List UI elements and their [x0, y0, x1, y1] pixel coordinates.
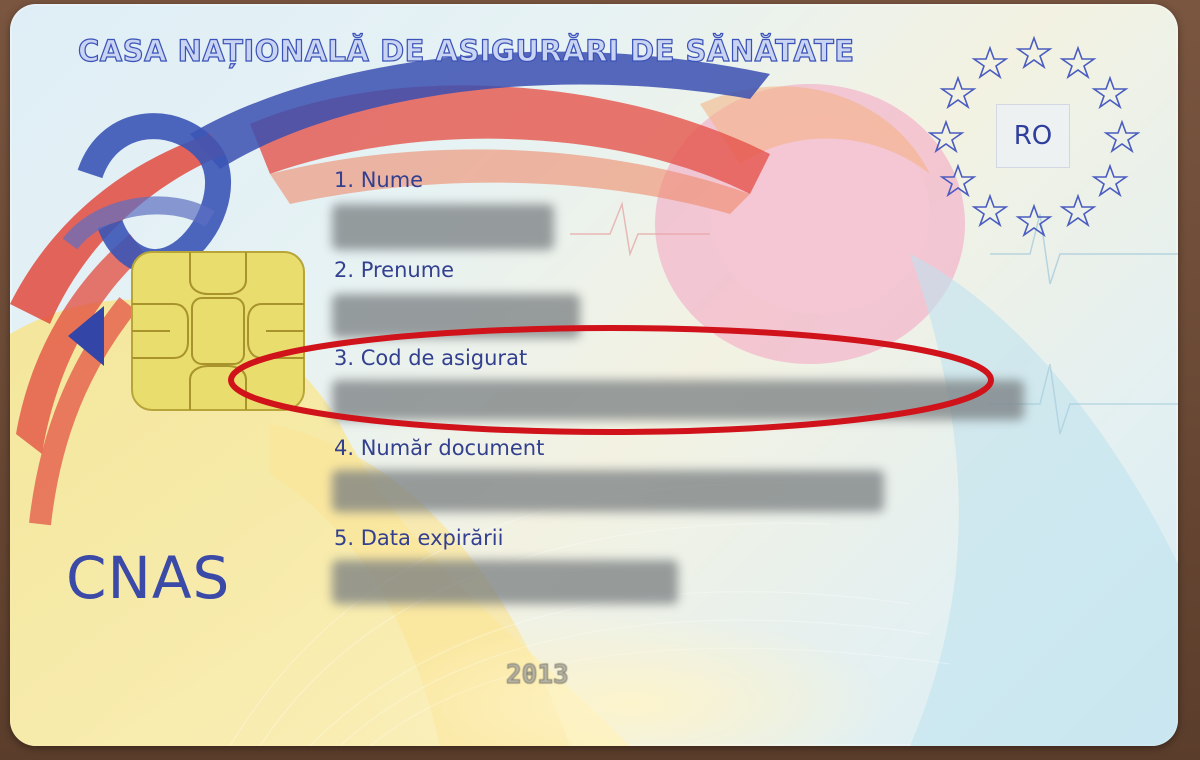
highlight-ellipse [228, 325, 994, 435]
field-label-data-expirarii: 5. Data expirării [334, 526, 504, 550]
star-icon [971, 193, 1009, 228]
country-code-box: RO [996, 104, 1070, 168]
redacted-data-expirarii-value [332, 560, 678, 604]
star-icon [1059, 193, 1097, 228]
issue-year: 2013 [506, 660, 570, 691]
star-icon [939, 163, 977, 198]
cnas-logo-text: CNAS [66, 544, 231, 612]
star-icon [1091, 163, 1129, 198]
photo-background: CASA NAȚIONALĂ DE ASIGURĂRI DE SĂNĂTATE … [0, 0, 1200, 760]
issuer-title: CASA NAȚIONALĂ DE ASIGURĂRI DE SĂNĂTATE [77, 33, 855, 68]
star-icon [1091, 75, 1129, 110]
field-label-prenume: 2. Prenume [334, 258, 455, 282]
star-icon [1015, 35, 1053, 70]
country-code: RO [1013, 121, 1053, 151]
field-label-nume: 1. Nume [334, 168, 424, 192]
star-icon [1103, 119, 1140, 154]
star-icon [1059, 45, 1097, 80]
star-icon [928, 119, 965, 154]
insert-direction-arrow-icon [68, 306, 104, 366]
star-icon [971, 45, 1009, 80]
star-icon [1015, 203, 1053, 238]
redacted-numar-document-value [332, 470, 884, 512]
redacted-nume-value [332, 204, 554, 250]
star-icon [939, 75, 977, 110]
